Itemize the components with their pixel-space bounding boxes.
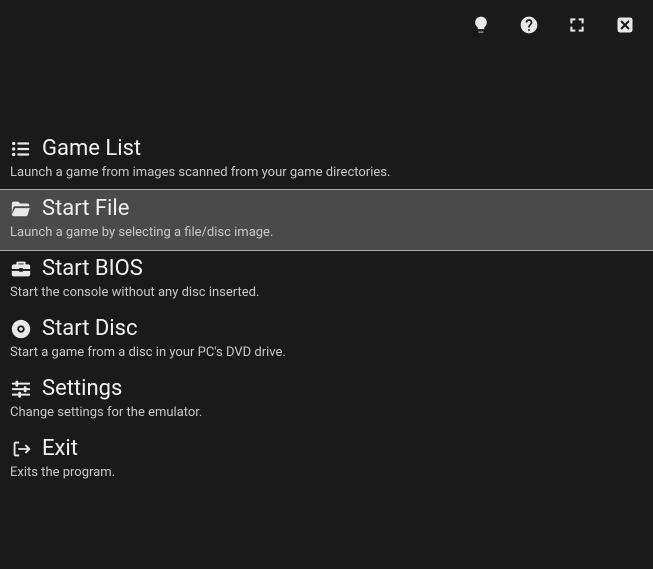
main-menu: Game List Launch a game from images scan…	[0, 130, 653, 490]
menu-item-desc: Exits the program.	[10, 465, 643, 480]
menu-item-game-list[interactable]: Game List Launch a game from images scan…	[0, 130, 653, 190]
menu-item-title: Settings	[42, 376, 122, 401]
menu-item-desc: Launch a game by selecting a file/disc i…	[10, 225, 643, 240]
sliders-icon	[10, 378, 32, 400]
menu-item-exit[interactable]: Exit Exits the program.	[0, 430, 653, 490]
menu-item-title: Start BIOS	[42, 256, 143, 281]
menu-item-start-bios[interactable]: Start BIOS Start the console without any…	[0, 250, 653, 310]
menu-item-start-file[interactable]: Start File Launch a game by selecting a …	[0, 190, 653, 250]
fullscreen-icon[interactable]	[567, 15, 587, 35]
folder-open-icon	[10, 198, 32, 220]
toolbox-icon	[10, 258, 32, 280]
exit-icon	[10, 438, 32, 460]
close-icon[interactable]	[615, 15, 635, 35]
menu-item-desc: Change settings for the emulator.	[10, 405, 643, 420]
menu-item-settings[interactable]: Settings Change settings for the emulato…	[0, 370, 653, 430]
help-icon[interactable]	[519, 15, 539, 35]
menu-item-title: Start Disc	[42, 316, 138, 341]
menu-item-start-disc[interactable]: Start Disc Start a game from a disc in y…	[0, 310, 653, 370]
menu-item-desc: Start a game from a disc in your PC's DV…	[10, 345, 643, 360]
lightbulb-icon[interactable]	[471, 15, 491, 35]
list-icon	[10, 138, 32, 160]
menu-item-title: Start File	[42, 196, 129, 221]
topbar	[0, 0, 653, 40]
menu-item-desc: Start the console without any disc inser…	[10, 285, 643, 300]
menu-item-title: Exit	[42, 436, 78, 461]
menu-item-desc: Launch a game from images scanned from y…	[10, 165, 643, 180]
menu-item-title: Game List	[42, 136, 141, 161]
disc-icon	[10, 318, 32, 340]
